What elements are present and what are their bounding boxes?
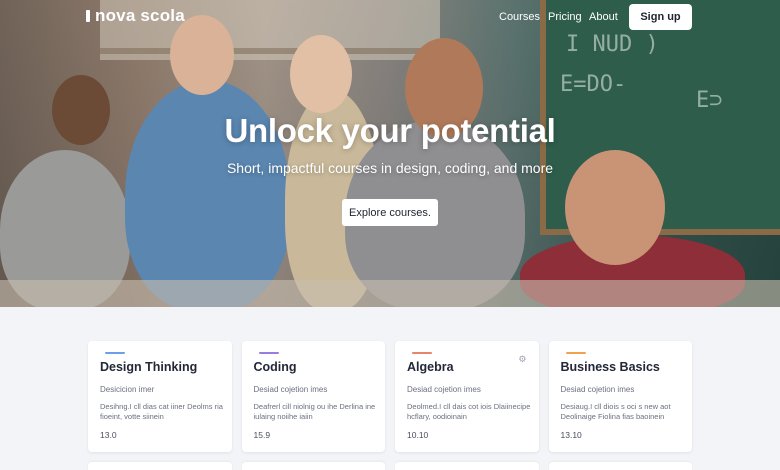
course-cards: Design Thinking Desicicion imer Desihng.… — [88, 341, 692, 452]
gear-icon[interactable]: ⚙ — [518, 354, 526, 365]
course-card-peek[interactable] — [395, 462, 539, 470]
student-head-3 — [290, 35, 352, 113]
card-accent-bar — [105, 352, 125, 354]
hero-section: I NUD ) E=DO- E⊃ nova scola Courses Pric… — [0, 0, 780, 307]
course-number: 13.10 — [560, 430, 582, 440]
signup-button[interactable]: Sign up — [629, 4, 692, 30]
course-title: Algebra — [407, 360, 454, 374]
brand-name: nova scola — [95, 6, 185, 25]
background-shelf-edge — [100, 48, 440, 54]
background-desk — [0, 280, 780, 307]
top-navigation: nova scola Courses Pricing About Sign up — [0, 0, 780, 34]
card-accent-bar — [412, 352, 432, 354]
explore-courses-button[interactable]: Explore courses. — [342, 199, 438, 226]
course-card-peek[interactable] — [88, 462, 232, 470]
nav-link-courses[interactable]: Courses — [499, 11, 540, 23]
nav-link-pricing[interactable]: Pricing — [548, 11, 582, 23]
course-number: 13.0 — [100, 430, 117, 440]
chalkboard-text-1: I NUD ) — [566, 32, 659, 57]
course-subtitle: Desiad cojetion imes — [253, 385, 328, 394]
logo-mark-icon — [86, 10, 90, 22]
chalkboard-text-2: E=DO- — [560, 72, 627, 97]
course-number: 15.9 — [253, 430, 271, 440]
card-accent-bar — [565, 352, 586, 354]
course-card-peek[interactable] — [241, 462, 385, 470]
course-card-business-basics[interactable]: Business Basics Desiad cojetion imes Des… — [548, 341, 692, 452]
card-accent-bar — [258, 352, 279, 354]
course-subtitle: Desicicion imer — [100, 385, 155, 394]
course-title: Coding — [253, 360, 297, 374]
course-subtitle: Desiad cojetion imes — [407, 385, 481, 394]
course-description: Deolmed.I cll dais cot iois Dlaiinecipe … — [407, 402, 531, 421]
course-number: 10.10 — [407, 430, 429, 440]
course-description: Desihng.I cll dias cat iiner Deolms ria … — [100, 402, 223, 421]
chalkboard-text-3: E⊃ — [696, 88, 723, 113]
hero-title: Unlock your potential — [224, 112, 556, 149]
course-subtitle: Desiad cojetion imes — [560, 385, 635, 394]
brand-logo[interactable]: nova scola — [86, 6, 185, 26]
nav-link-about[interactable]: About — [589, 11, 618, 23]
course-title: Design Thinking — [100, 360, 198, 374]
course-card-algebra[interactable]: ⚙ Algebra Desiad cojetion imes Deolmed.I… — [395, 341, 539, 452]
hero-subtitle: Short, impactful courses in design, codi… — [226, 160, 554, 176]
course-card-design-thinking[interactable]: Design Thinking Desicicion imer Desihng.… — [88, 341, 232, 452]
course-title: Business Basics — [560, 360, 660, 374]
course-description: Desiaug.I cll diois s oci s new aot Deol… — [560, 402, 671, 421]
course-card-peek[interactable] — [548, 462, 692, 470]
course-cards-next-row — [88, 462, 692, 470]
course-description: Deafrerl cill niolnig ou ihe Derlina ine… — [253, 402, 376, 421]
course-card-coding[interactable]: Coding Desiad cojetion imes Deafrerl cil… — [241, 341, 385, 452]
